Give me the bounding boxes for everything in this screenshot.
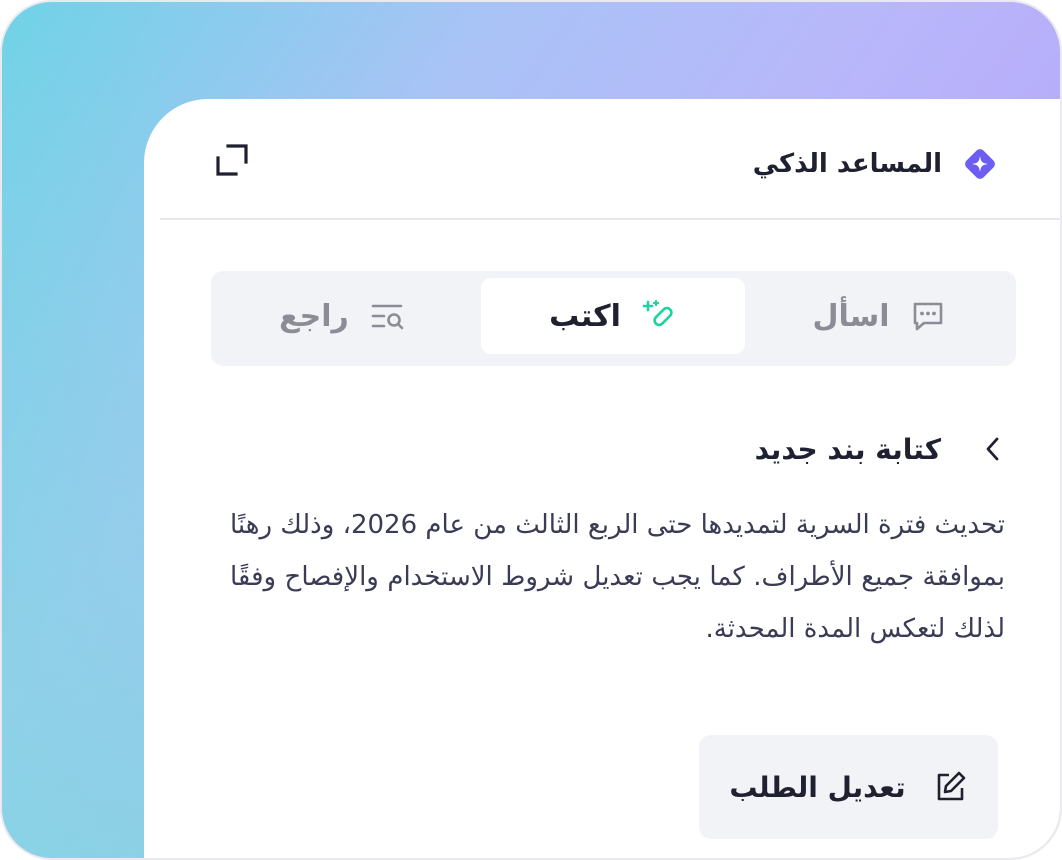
mode-tabs: اسأل اكتب راجع <box>211 271 1016 366</box>
tab-review[interactable]: راجع <box>211 278 475 354</box>
chevron-left-icon <box>986 437 999 461</box>
tab-write-label: اكتب <box>549 298 621 334</box>
window-frame: المساعد الذكي اسأل اكتب راجع كتابة بند ج… <box>0 0 1062 860</box>
edit-icon <box>937 771 965 801</box>
generated-clause-text: تحديث فترة السرية لتمديدها حتى الربع الث… <box>230 510 1005 644</box>
tab-ask[interactable]: اسأل <box>747 278 1011 354</box>
expand-button[interactable] <box>214 142 250 178</box>
section-back-link[interactable]: كتابة بند جديد <box>755 429 1005 469</box>
assistant-panel: المساعد الذكي اسأل اكتب راجع كتابة بند ج… <box>144 99 1060 858</box>
expand-icon <box>216 144 248 176</box>
tab-write[interactable]: اكتب <box>481 278 745 354</box>
chat-bubble-icon <box>913 302 942 331</box>
tab-ask-label: اسأل <box>812 298 890 334</box>
page-title: المساعد الذكي <box>752 149 942 179</box>
magic-pen-icon <box>642 299 673 327</box>
section-title: كتابة بند جديد <box>754 432 941 466</box>
list-search-icon <box>371 304 404 330</box>
tab-review-label: راجع <box>279 298 349 334</box>
sparkle-diamond-icon <box>965 149 995 179</box>
assistant-title: المساعد الذكي <box>753 143 1000 185</box>
edit-request-label: تعديل الطلب <box>729 770 906 804</box>
panel-header: المساعد الذكي <box>160 99 1060 220</box>
edit-request-button[interactable]: تعديل الطلب <box>699 735 998 839</box>
